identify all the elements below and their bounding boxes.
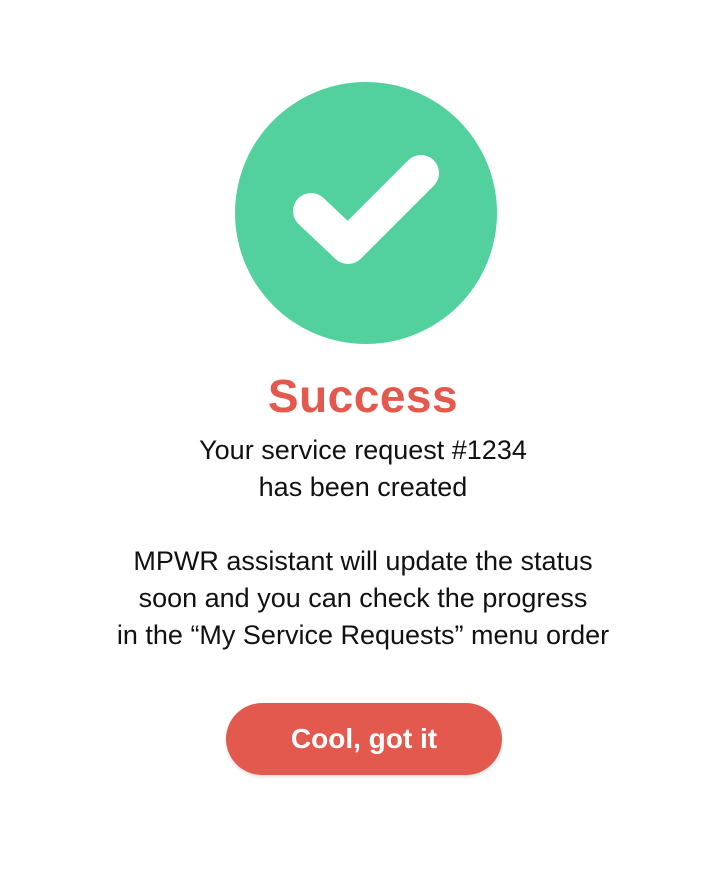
dialog-title: Success — [267, 370, 459, 422]
success-icon — [235, 82, 497, 344]
detail-line: in the “My Service Requests” menu order — [116, 620, 610, 650]
checkmark-icon — [293, 155, 439, 264]
detail-line: MPWR assistant will update the status — [133, 546, 593, 576]
detail-line: soon and you can check the progress — [138, 583, 588, 613]
message-line: Your service request #1234 — [199, 435, 527, 465]
message-line: has been created — [258, 472, 468, 502]
confirm-button[interactable]: Cool, got it — [226, 703, 502, 775]
